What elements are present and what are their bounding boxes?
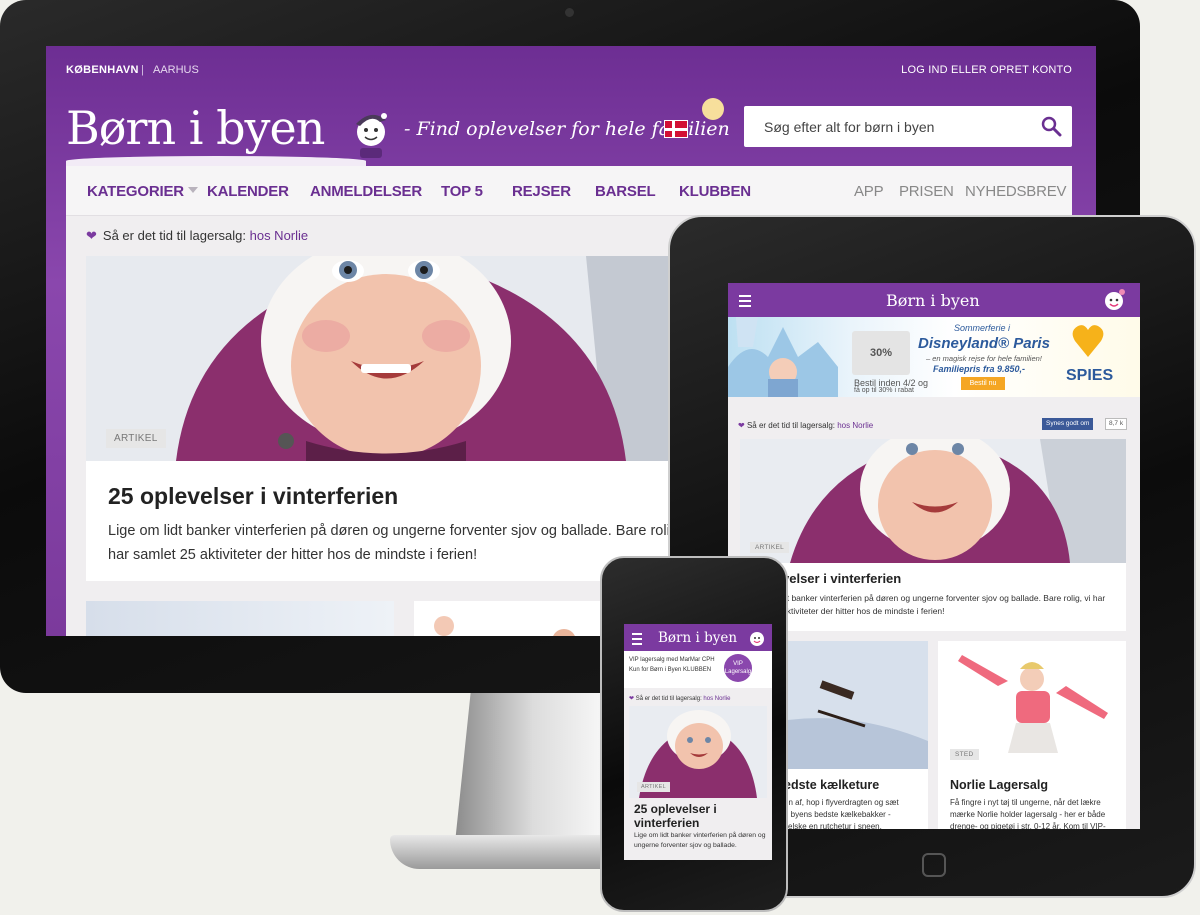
site-logo[interactable]: Børn i byen [66, 101, 325, 155]
phone-screen: Børn i byen VIP lagersalg med MarMar CPH… [624, 624, 772, 860]
thumb-snow-image[interactable] [86, 601, 394, 636]
tablet-card-sledding-title[interactable]: edste kælketure [784, 778, 879, 792]
chevron-down-icon [187, 187, 198, 193]
tablet-featured-image[interactable]: ARTIKEL [740, 439, 1126, 563]
mascot-icon [356, 113, 387, 158]
child-in-snow-image [86, 256, 686, 461]
main-nav: KATEGORIER KALENDER ANMELDELSER TOP 5 RE… [66, 166, 1072, 216]
moon-icon [702, 98, 724, 120]
city-copenhagen-link[interactable]: KØBENHAVN [66, 64, 139, 76]
tablet-logo[interactable]: Børn i byen [886, 291, 980, 310]
heart-icon: ❤ [86, 228, 97, 243]
heart-icon: ❤ [629, 696, 635, 702]
logo-snow-decoration [66, 156, 366, 166]
tablet-card-norlie[interactable]: STED Norlie Lagersalg Få fingre i nyt tø… [938, 641, 1126, 829]
search-icon[interactable] [1040, 115, 1062, 137]
featured-tag: ARTIKEL [106, 429, 166, 448]
phone-featured-image[interactable]: ARTIKEL [629, 706, 767, 798]
phone-featured-title[interactable]: 25 oplevelser i vinterferien [634, 802, 764, 830]
nav-barsel[interactable]: BARSEL [595, 183, 656, 200]
ad-discount-badge: 30% [852, 331, 910, 375]
ad-sommer-text: Sommerferie i [954, 323, 1011, 333]
disney-castle-image [728, 317, 838, 397]
tablet-card-sledding-desc: en af, hop i flyverdragten og sæt d byen… [784, 798, 899, 829]
mascot-icon [1105, 289, 1125, 310]
nav-kategorier[interactable]: KATEGORIER [87, 183, 198, 200]
nav-app[interactable]: APP [854, 183, 884, 200]
promo-link[interactable]: hos Norlie [250, 228, 309, 243]
phone-ad-line1: VIP lagersalg med MarMar CPH [629, 657, 715, 663]
ad-price: Familiepris fra 9.850,- [933, 364, 1026, 374]
featured-article[interactable]: 25 oplevelser i vinterferien Lige om lid… [86, 461, 686, 581]
phone-promo-link[interactable]: hos Norlie [703, 696, 730, 702]
nav-top5[interactable]: TOP 5 [441, 183, 483, 200]
phone-header: Børn i byen [624, 624, 772, 651]
featured-title[interactable]: 25 oplevelser i vinterferien [108, 483, 398, 510]
phone-featured-tag: ARTIKEL [637, 782, 670, 792]
phone-logo[interactable]: Børn i byen [658, 630, 737, 646]
ad-title: Disneyland® Paris [918, 335, 1050, 352]
city-separator: | [141, 64, 144, 76]
spies-heart-icon [1072, 325, 1104, 357]
ad-book-button[interactable]: Bestil nu [961, 377, 1005, 390]
tablet-home-button[interactable] [922, 853, 946, 877]
child-in-snow-image [740, 439, 1126, 563]
phone-ad-banner[interactable]: VIP lagersalg med MarMar CPH Kun for Bør… [624, 651, 772, 688]
danish-flag-icon [664, 120, 688, 138]
menu-icon[interactable] [632, 633, 642, 648]
tablet-featured-title[interactable]: velser i vinterferien [782, 571, 901, 586]
nav-nyhedsbrev[interactable]: NYHEDSBREV [965, 183, 1067, 200]
tablet-featured-article[interactable]: velser i vinterferien dt banker vinterfe… [740, 563, 1126, 631]
login-link[interactable]: LOG IND ELLER OPRET KONTO [901, 64, 1072, 76]
mascot-icon [750, 632, 764, 646]
nav-kalender[interactable]: KALENDER [207, 183, 289, 200]
tablet-card-tag: STED [950, 749, 979, 760]
tablet-ad-banner[interactable]: 30% Bestil inden 4/2 og få op til 30% i … [728, 317, 1140, 397]
facebook-like-count: 8,7 k [1105, 418, 1128, 430]
city-bar: KØBENHAVN | AARHUS LOG IND ELLER OPRET K… [46, 64, 1096, 84]
tablet-screen: Børn i byen 30% Bestil inden 4/2 og få o… [728, 283, 1140, 829]
nav-klubben[interactable]: KLUBBEN [679, 183, 751, 200]
menu-icon[interactable] [739, 295, 751, 310]
promo-text: Så er det tid til lagersalg: [102, 228, 246, 243]
tablet-promo-line: ❤ Så er det tid til lagersalg: hos Norli… [738, 421, 874, 430]
tablet-featured-description: dt banker vinterferien på døren og unger… [782, 593, 1106, 616]
tablet-header: Børn i byen [728, 283, 1140, 317]
heart-icon: ❤ [738, 421, 745, 430]
nav-anmeldelser[interactable]: ANMELDELSER [310, 183, 422, 200]
phone-featured-description: Lige om lidt banker vinterferien på døre… [634, 832, 766, 849]
tablet-card-norlie-title[interactable]: Norlie Lagersalg [950, 778, 1048, 792]
search-input[interactable]: Søg efter alt for børn i byen [764, 119, 934, 135]
nav-rejser[interactable]: REJSER [512, 183, 571, 200]
vip-badge: VIP Lagersalg [724, 654, 752, 682]
tablet-promo-link[interactable]: hos Norlie [837, 421, 873, 430]
featured-description: Lige om lidt banker vinterferien på døre… [108, 523, 670, 563]
tablet-featured-tag: ARTIKEL [750, 542, 790, 553]
nav-prisen[interactable]: PRISEN [899, 183, 954, 200]
camera [565, 8, 574, 17]
ad-save-text: få op til 30% i rabat [854, 387, 914, 394]
phone-promo-line: ❤ Så er det tid til lagersalg: hos Norli… [629, 696, 731, 702]
search-box[interactable]: Søg efter alt for børn i byen [744, 106, 1072, 147]
featured-image[interactable]: ARTIKEL [86, 256, 686, 461]
phone-device: Børn i byen VIP lagersalg med MarMar CPH… [600, 556, 788, 912]
tablet-card-norlie-desc: Få fingre i nyt tøj til ungerne, når det… [950, 798, 1106, 829]
facebook-like-button[interactable]: Synes godt om [1042, 418, 1094, 430]
city-aarhus-link[interactable]: AARHUS [153, 64, 199, 76]
promo-line: ❤ Så er det tid til lagersalg: hos Norlie [86, 228, 308, 244]
ad-subtitle: – en magisk rejse for hele familien! [926, 354, 1042, 363]
phone-ad-line2: Kun for Børn i Byen KLUBBEN [629, 667, 712, 673]
spies-logo: SPIES [1066, 367, 1114, 384]
